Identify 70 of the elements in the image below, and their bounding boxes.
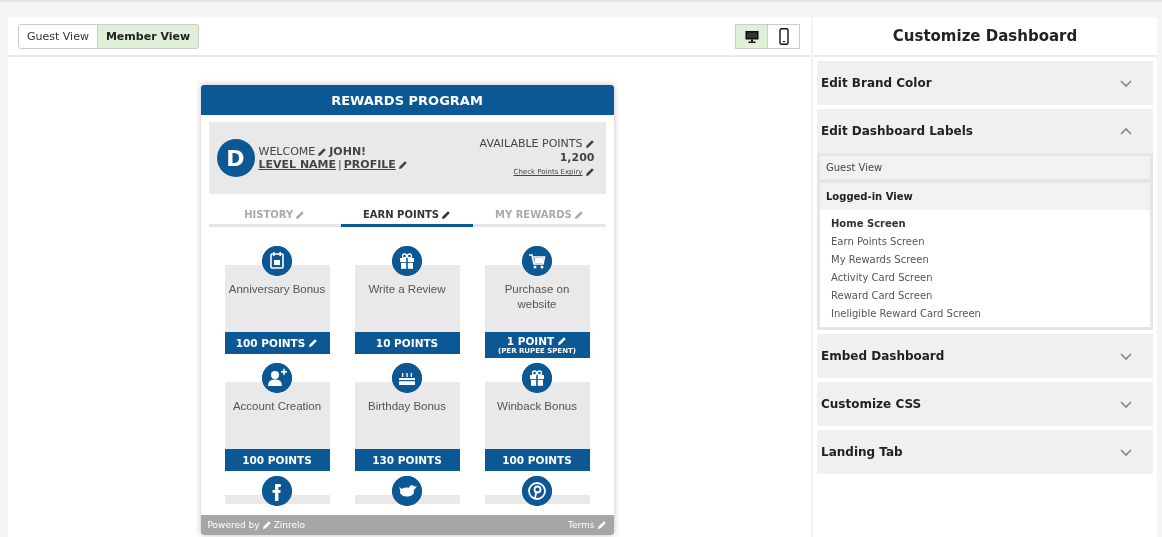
cart-icon [522,246,552,276]
earn-card[interactable] [224,476,330,504]
monitor-icon [744,29,759,43]
desktop-view-button[interactable] [735,23,768,49]
pencil-icon [596,520,607,530]
earn-card[interactable]: Account Creation 100 POINTS [224,382,330,471]
screen-link[interactable]: Home Screen [831,214,906,232]
letter-p-icon [522,476,552,506]
phone-icon [778,27,789,45]
points-text: 100 POINTS [235,337,306,349]
card-title: Account Creation [231,399,323,414]
sub-accordion-header[interactable]: Logged-in View [820,183,1150,210]
separator: | [338,158,342,171]
profile-link[interactable]: PROFILE [343,158,408,171]
screen-link[interactable]: My Rewards Screen [831,250,929,268]
earn-card[interactable]: Birthday Bonus 130 POINTS [354,382,460,471]
panel-title: Customize Dashboard [813,17,1157,57]
points-text: 10 POINTS [375,337,439,349]
gift-icon [522,363,552,393]
card-title: Write a Review [367,282,447,297]
earn-card[interactable] [354,476,460,504]
pencil-icon [295,209,306,220]
widget-header: REWARDS PROGRAM [200,85,614,115]
accordion-header[interactable]: Edit Brand Color [817,61,1153,105]
gift-icon [392,246,422,276]
accordion-header[interactable]: Landing Tab [817,430,1153,474]
points-label: AVAILABLE POINTS [479,137,583,151]
points-text: 100 POINTS [242,454,312,466]
points-text: 1 POINT [506,335,555,347]
letter-f-icon [262,476,292,506]
powered-label: Powered by [207,520,260,530]
card-title: Purchase on website [503,282,571,312]
earn-card[interactable]: Write a Review 10 POINTS [354,265,460,354]
earn-card[interactable] [484,476,590,504]
screen-link[interactable]: Earn Points Screen [831,232,925,250]
calendar-icon [262,246,292,276]
earn-card[interactable]: Winback Bonus 100 POINTS [484,382,590,471]
brand-name: Zinrelo [273,520,306,530]
earn-card[interactable]: Anniversary Bonus 100 POINTS [224,265,330,354]
pencil-icon [573,209,584,220]
cake-icon [392,363,422,393]
user-name: JOHN! [329,145,367,158]
mobile-view-button[interactable] [767,23,800,49]
avatar: D [216,139,255,177]
screen-link[interactable]: Activity Card Screen [831,268,933,286]
level-link[interactable]: LEVEL NAME [258,158,337,171]
sub-accordion-header[interactable]: Guest View [820,156,1150,179]
pencil-icon [397,159,408,170]
pencil-icon [584,167,595,177]
screen-link[interactable]: Ineligible Reward Card Screen [831,304,981,322]
pencil-icon [441,209,452,220]
accordion-header[interactable]: Customize CSS [817,382,1153,426]
card-title: Anniversary Bonus [227,282,327,297]
bird-icon [392,476,422,506]
screen-link[interactable]: Reward Card Screen [831,286,933,304]
accordion-header[interactable]: Edit Dashboard Labels [817,109,1153,153]
points-text: 100 POINTS [502,454,572,466]
add-user-icon [262,363,292,393]
welcome-label: WELCOME [258,145,316,158]
pencil-icon [261,520,272,530]
card-title: Birthday Bonus [367,399,447,414]
points-text: 130 POINTS [372,454,442,466]
accordion-header[interactable]: Embed Dashboard [817,334,1153,378]
tab[interactable]: EARN POINTS [340,207,474,227]
pencil-icon [584,139,595,149]
view-tab[interactable]: Guest View [18,23,98,49]
points-value: 1,200 [559,151,595,165]
view-tab[interactable]: Member View [96,23,200,49]
card-title: Winback Bonus [496,399,578,414]
pencil-icon [317,146,328,157]
